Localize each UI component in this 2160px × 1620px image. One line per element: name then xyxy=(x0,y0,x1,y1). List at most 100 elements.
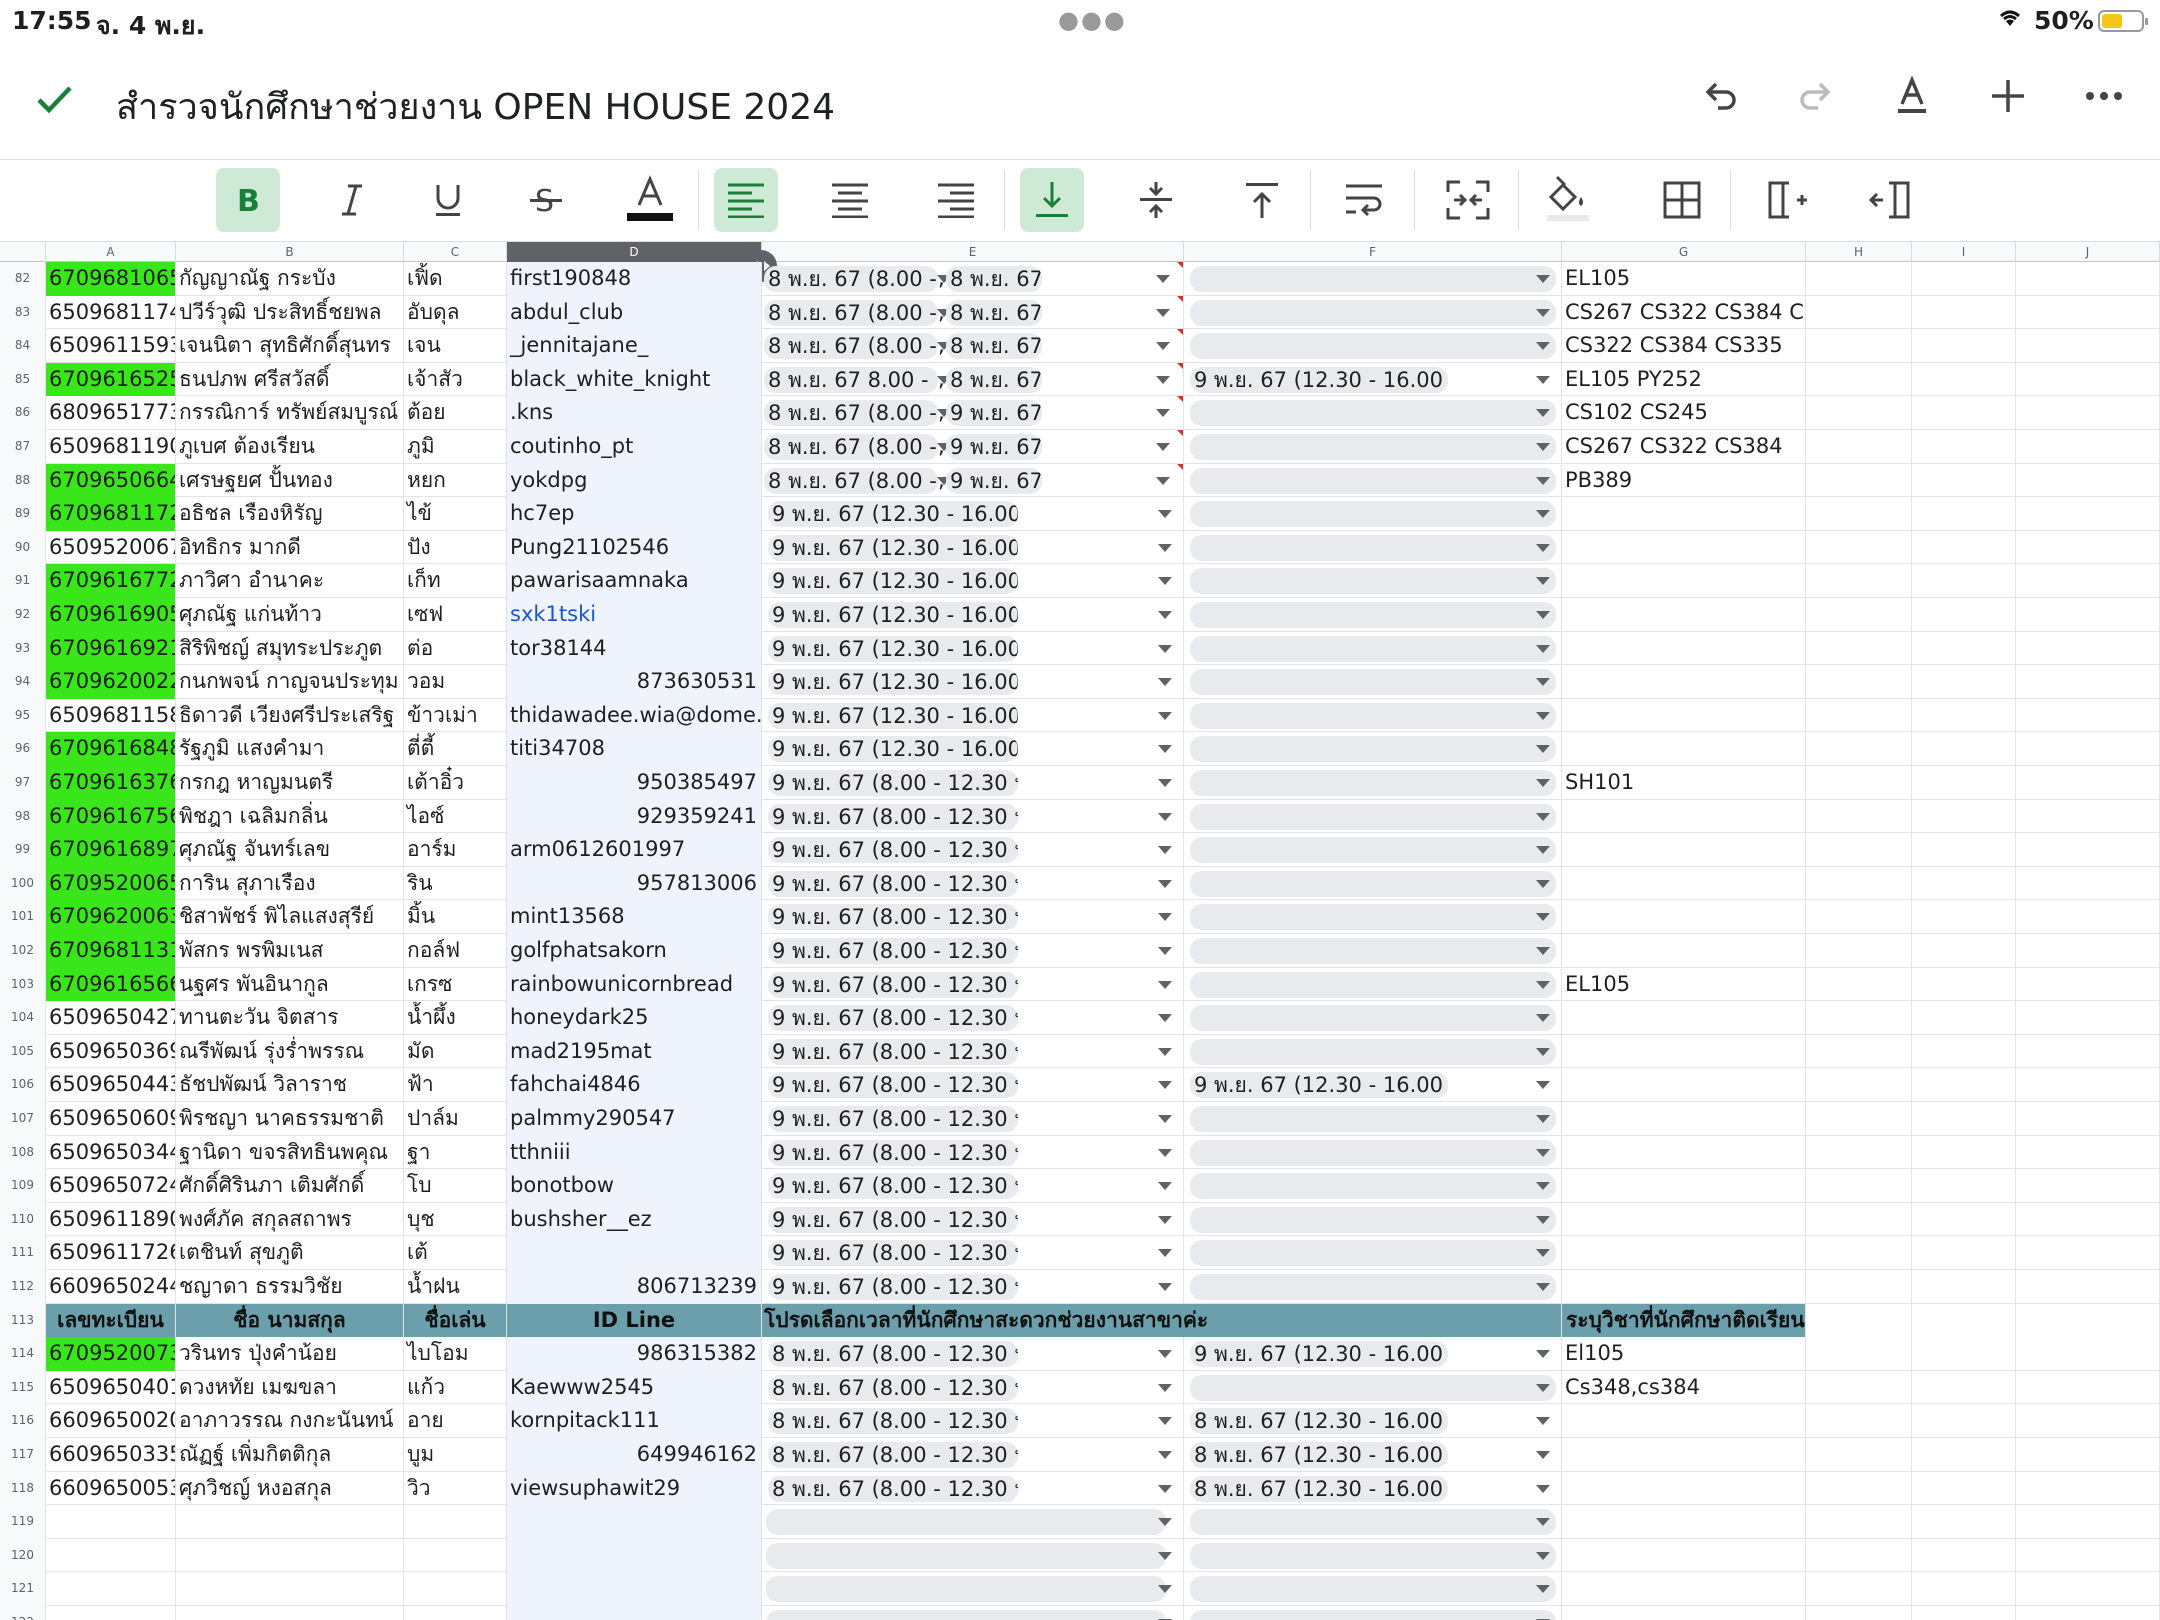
cell-time-slot-2[interactable] xyxy=(1184,564,1562,598)
dropdown-chip[interactable]: 8 พ.ย. 67 (12.30 - 16.00 น. xyxy=(1190,1408,1448,1435)
cell-h[interactable] xyxy=(1806,967,1912,1002)
cell-line-id[interactable]: 649946162 xyxy=(507,1438,762,1472)
dropdown-chip[interactable]: 9 พ.ย. 67 (12. xyxy=(946,434,1042,460)
cell-enrolled-courses[interactable] xyxy=(1562,1202,1806,1237)
cell-enrolled-courses[interactable] xyxy=(1562,1538,1806,1573)
dropdown-chip[interactable]: 8 พ.ย. 67 (8.00 - 12.30 น. xyxy=(768,1442,1018,1468)
cell-j[interactable] xyxy=(2016,564,2160,598)
cell-full-name[interactable]: กัญญาณัฐ กระบัง xyxy=(176,262,404,296)
cell-time-slot[interactable]: 9 พ.ย. 67 (8.00 - 12.30 น. xyxy=(762,1102,1184,1136)
cell-line-id[interactable]: Pung21102546 xyxy=(507,530,762,565)
cell-enrolled-courses[interactable]: CS267 CS322 CS384 xyxy=(1562,430,1806,464)
cell-nickname[interactable]: อาร์ม xyxy=(404,833,507,867)
cell-h[interactable] xyxy=(1806,1068,1912,1102)
cell-time-slot[interactable] xyxy=(762,1606,1184,1620)
cell-nickname[interactable]: ฐา xyxy=(404,1135,507,1170)
cell-line-id[interactable]: thidawadee.wia@dome.tu xyxy=(507,698,762,733)
dropdown-arrow-icon[interactable] xyxy=(1536,375,1550,384)
cell-j[interactable] xyxy=(2016,1001,2160,1035)
cell-enrolled-courses[interactable]: CS322 CS384 CS335 xyxy=(1562,329,1806,363)
align-left-icon[interactable] xyxy=(714,168,778,232)
comment-marker[interactable] xyxy=(1177,295,1183,302)
cell-time-slot[interactable]: 9 พ.ย. 67 (8.00 - 12.30 น. xyxy=(762,1001,1184,1035)
row-number[interactable]: 101 xyxy=(0,900,46,934)
dropdown-chip[interactable]: 8 พ.ย. 67 (8.00 - 12.30 น. xyxy=(764,299,938,326)
cell-i[interactable] xyxy=(1912,1438,2016,1472)
cell-j[interactable] xyxy=(2016,362,2160,397)
cell-line-id[interactable]: titi34708 xyxy=(507,732,762,766)
cell-student-id[interactable]: 6709616921 xyxy=(46,631,176,666)
cell-i[interactable] xyxy=(1912,1169,2016,1203)
redo-icon[interactable] xyxy=(1796,76,1836,120)
dropdown-arrow-icon[interactable] xyxy=(1158,980,1172,989)
undo-icon[interactable] xyxy=(1700,76,1740,120)
cell-time-slot-2[interactable] xyxy=(1184,1572,1562,1606)
header-full-name[interactable]: ชื่อ นามสกุล xyxy=(176,1303,404,1338)
cell-student-id[interactable]: 6609650020 xyxy=(46,1404,176,1438)
cell-j[interactable] xyxy=(2016,1135,2160,1170)
cell-h[interactable] xyxy=(1806,1236,1912,1270)
cell-student-id[interactable] xyxy=(46,1606,176,1620)
cell-j[interactable] xyxy=(2016,866,2160,901)
dropdown-arrow-icon[interactable] xyxy=(1536,308,1550,317)
cell-nickname[interactable] xyxy=(404,1538,507,1573)
dropdown-chip[interactable]: 9 พ.ย. 67 (8.00 - 12.30 น. xyxy=(768,1173,1018,1200)
cell-i[interactable] xyxy=(1912,295,2016,330)
cell-nickname[interactable]: มัด xyxy=(404,1034,507,1069)
dropdown-arrow-icon[interactable] xyxy=(1536,980,1550,989)
cell-enrolled-courses[interactable] xyxy=(1562,1236,1806,1270)
row-number[interactable]: 97 xyxy=(0,766,46,800)
cell-student-id[interactable]: 6509650724 xyxy=(46,1169,176,1203)
cell-student-id[interactable]: 6609650244 xyxy=(46,1270,176,1304)
cell-i[interactable] xyxy=(1912,1572,2016,1606)
row-number[interactable]: 94 xyxy=(0,665,46,699)
cell-enrolled-courses[interactable] xyxy=(1562,1606,1806,1620)
cell-h[interactable] xyxy=(1806,1572,1912,1606)
dropdown-chip[interactable] xyxy=(1190,467,1556,494)
dropdown-chip[interactable] xyxy=(1190,400,1556,427)
cell-j[interactable] xyxy=(2016,463,2160,498)
cell-full-name[interactable]: ณรีพัฒน์ รุ่งร่ำพรรณ xyxy=(176,1034,404,1069)
select-all-corner[interactable] xyxy=(0,242,46,262)
cell-line-id[interactable]: mad2195mat xyxy=(507,1034,762,1069)
cell-time-slot[interactable]: 8 พ.ย. 67 (8.00 - 12.30 น.,8 พ.ย. 67 (12 xyxy=(762,262,1184,296)
cell-time-slot[interactable]: 9 พ.ย. 67 (8.00 - 12.30 น. xyxy=(762,934,1184,968)
dropdown-chip[interactable] xyxy=(1190,534,1556,561)
cell-student-id[interactable]: 6509650427 xyxy=(46,1001,176,1035)
cell-time-slot[interactable]: 8 พ.ย. 67 (8.00 - 12.30 น.,9 พ.ย. 67 (12… xyxy=(762,396,1184,430)
dropdown-arrow-icon[interactable] xyxy=(1158,1451,1172,1459)
dropdown-arrow-icon[interactable] xyxy=(1536,1182,1550,1191)
dropdown-chip[interactable] xyxy=(1190,736,1556,763)
dropdown-arrow-icon[interactable] xyxy=(1158,1249,1172,1258)
cell-h[interactable] xyxy=(1806,463,1912,498)
cell-i[interactable] xyxy=(1912,900,2016,934)
cell-time-slot-2[interactable] xyxy=(1184,732,1562,766)
text-wrap-icon[interactable] xyxy=(1332,168,1396,232)
dropdown-arrow-icon[interactable] xyxy=(1158,1215,1172,1224)
row-number[interactable]: 98 xyxy=(0,799,46,834)
row-number[interactable]: 102 xyxy=(0,934,46,968)
cell-student-id[interactable]: 6509681190 xyxy=(46,430,176,464)
dropdown-chip[interactable] xyxy=(1190,1542,1556,1569)
merge-cells-icon[interactable] xyxy=(1436,168,1500,232)
cell-full-name[interactable]: ธนปภพ ศรีสวัสดิ์ xyxy=(176,362,404,397)
dropdown-arrow-icon[interactable] xyxy=(1536,275,1550,283)
dropdown-arrow-icon[interactable] xyxy=(1536,1249,1550,1258)
cell-time-slot-2[interactable] xyxy=(1184,1135,1562,1170)
cell-student-id[interactable]: 6709520065 xyxy=(46,866,176,901)
cell-enrolled-courses[interactable] xyxy=(1562,631,1806,666)
dropdown-arrow-icon[interactable] xyxy=(1158,1585,1172,1594)
cell-line-id[interactable]: arm0612601997 xyxy=(507,833,762,867)
cell-i[interactable] xyxy=(1912,1135,2016,1170)
cell-nickname[interactable]: แก้ว xyxy=(404,1370,507,1405)
dropdown-chip[interactable] xyxy=(1190,1274,1556,1300)
cell-full-name[interactable] xyxy=(176,1606,404,1620)
dropdown-chip[interactable]: 9 พ.ย. 67 (12. xyxy=(946,467,1042,494)
cell-time-slot[interactable]: 9 พ.ย. 67 (8.00 - 12.30 น. xyxy=(762,1034,1184,1069)
row-number[interactable]: 113 xyxy=(0,1303,46,1338)
cell-h[interactable] xyxy=(1806,1034,1912,1069)
cell-enrolled-courses[interactable] xyxy=(1562,530,1806,565)
cell-i[interactable] xyxy=(1912,833,2016,867)
cell-h[interactable] xyxy=(1806,732,1912,766)
dropdown-chip[interactable]: 8 พ.ย. 67 (12.30 - 16.00 น. xyxy=(1190,1475,1448,1502)
